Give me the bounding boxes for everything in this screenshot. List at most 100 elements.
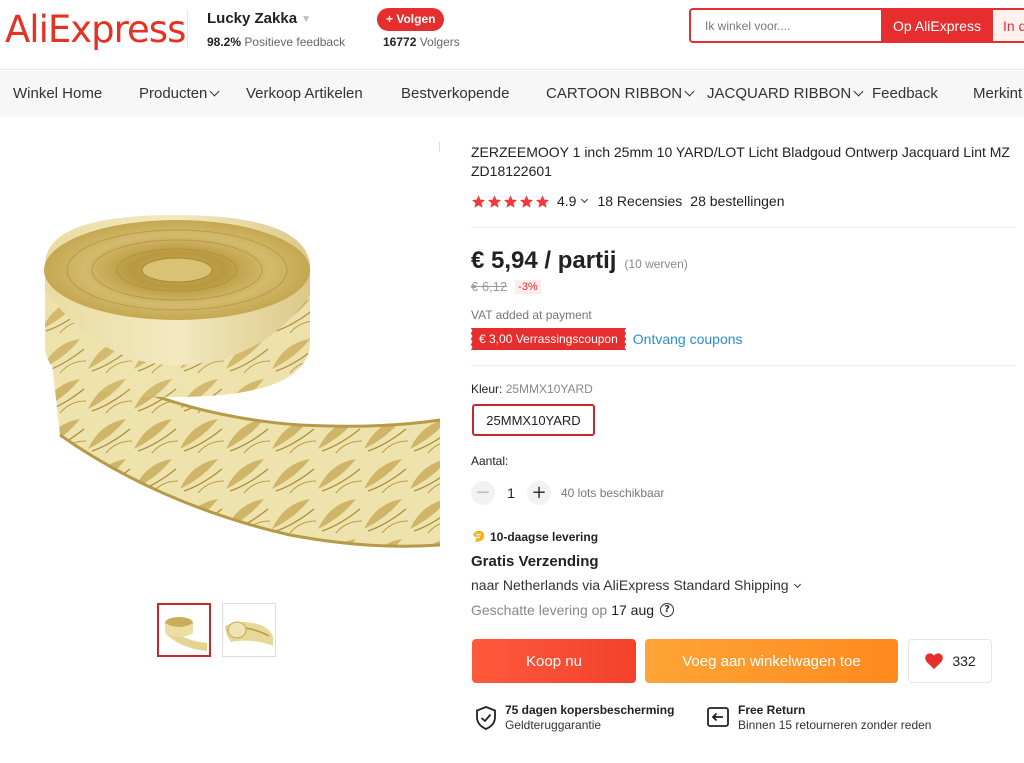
nav-item-producten[interactable]: Producten (139, 85, 220, 102)
nav-item-winkel-home[interactable]: Winkel Home (13, 85, 102, 102)
thumbnail-image (223, 604, 275, 656)
rating-row: 4.9 18 Recensies 28 bestellingen (471, 192, 784, 210)
color-label-text: Kleur: (471, 382, 503, 396)
variant-option-25mmx10yard[interactable]: 25MMX10YARD (472, 404, 595, 436)
get-coupons-link[interactable]: Ontvang coupons (633, 331, 743, 347)
feedback-percent: 98.2% (207, 35, 242, 49)
buyer-protection: 75 dagen kopersbescherming Geldteruggara… (475, 703, 674, 733)
nav-item-verkoop-artikelen[interactable]: Verkoop Artikelen (246, 85, 363, 102)
chevron-down-icon[interactable] (581, 195, 589, 204)
nav-item-label: Merkint (973, 85, 1023, 102)
product-price: € 5,94 / partij (471, 247, 617, 274)
nav-item-label: CARTOON RIBBON (546, 85, 683, 102)
star-icon (471, 194, 486, 208)
nav-item-cartoon-ribbon[interactable]: CARTOON RIBBON (546, 85, 695, 102)
product-title: ZERZEEMOOY 1 inch 25mm 10 YARD/LOT Licht… (471, 144, 1010, 179)
quantity-available: 40 lots beschikbaar (561, 486, 665, 500)
delivery-badge-label: 10-daagse levering (490, 529, 599, 544)
store-header: AliExpress Lucky Zakka ▼ 98.2% Positieve … (0, 0, 1024, 70)
thumbnail-1[interactable] (157, 603, 211, 657)
store-name[interactable]: Lucky Zakka ▼ (207, 10, 311, 27)
quantity-decrease-button[interactable]: − (471, 481, 495, 505)
divider (471, 227, 1016, 228)
nav-item-bestverkopende[interactable]: Bestverkopende (401, 85, 509, 102)
reviews-count[interactable]: 18 Recensies (597, 193, 682, 209)
heart-icon (925, 653, 944, 670)
star-icon (519, 194, 534, 208)
coupon-row: € 3,00 Verrassingscoupon Ontvang coupons (470, 328, 743, 350)
nav-item-label: Producten (139, 85, 208, 102)
store-name-label: Lucky Zakka (207, 10, 298, 27)
star-icon (503, 194, 518, 208)
old-price-row: € 6,12 -3% (471, 279, 541, 294)
guarantee-subtitle: Geldteruggarantie (505, 718, 602, 732)
orders-count: 28 bestellingen (690, 193, 785, 209)
rating-value[interactable]: 4.9 (557, 193, 576, 209)
delivery-badge: 10-daagse levering (471, 529, 598, 544)
vat-note: VAT added at payment (471, 308, 592, 322)
fast-delivery-icon (472, 530, 485, 543)
thumbnail-2[interactable] (222, 603, 276, 657)
followers-label: Volgers (419, 35, 460, 49)
star-icon (535, 194, 550, 208)
gallery-border (439, 142, 440, 152)
shipping-route[interactable]: naar Netherlands via AliExpress Standard… (471, 577, 801, 593)
wishlist-count: 332 (952, 653, 976, 669)
logo-divider (187, 10, 188, 48)
wishlist-button[interactable]: 332 (908, 639, 992, 683)
discount-badge: -3% (515, 279, 541, 294)
guarantee-title: Free Return (738, 703, 806, 717)
aliexpress-logo[interactable]: AliExpress (5, 8, 186, 51)
estimated-delivery: Geschatte levering op 17 aug ? (471, 602, 675, 618)
search-input[interactable] (691, 10, 881, 41)
nav-item-jacquard-ribbon[interactable]: JACQUARD RIBBON (707, 85, 864, 102)
return-icon (707, 707, 729, 727)
search-store-button[interactable]: In d (993, 10, 1024, 41)
rating-stars (471, 194, 550, 209)
nav-item-feedback[interactable]: Feedback (872, 85, 938, 102)
divider (471, 365, 1016, 366)
star-icon (487, 194, 502, 208)
price-unit-note: (10 werven) (624, 257, 688, 271)
feedback-label: Positieve feedback (244, 35, 346, 49)
follow-button[interactable]: + Volgen (377, 8, 445, 31)
followers-count: 16772 (383, 35, 417, 49)
est-delivery-date: 17 aug (611, 602, 655, 618)
price-row: € 5,94 / partij (10 werven) (471, 247, 688, 275)
followers: 16772 Volgers (383, 35, 460, 49)
free-return: Free Return Binnen 15 retourneren zonder… (706, 703, 931, 733)
shipping-title: Gratis Verzending (471, 553, 599, 570)
coupon-tag[interactable]: € 3,00 Verrassingscoupon (470, 328, 626, 350)
caret-down-icon: ▼ (301, 13, 311, 25)
product-main-image[interactable] (40, 215, 440, 550)
original-price: € 6,12 (471, 279, 508, 294)
shield-check-icon (476, 706, 496, 730)
nav-item-label: JACQUARD RIBBON (707, 85, 852, 102)
nav-item-label: Feedback (872, 85, 938, 102)
thumbnail-image (159, 605, 209, 655)
help-icon[interactable]: ? (660, 603, 675, 617)
chevron-down-icon (209, 86, 220, 97)
guarantee-title: 75 dagen kopersbescherming (505, 703, 675, 717)
nav-item-label: Bestverkopende (401, 85, 510, 102)
chevron-down-icon (684, 86, 695, 97)
quantity-value[interactable]: 1 (495, 485, 527, 501)
store-feedback: 98.2% Positieve feedback (207, 35, 345, 49)
add-to-cart-button[interactable]: Voeg aan winkelwagen toe (645, 639, 898, 683)
chevron-down-icon (793, 580, 801, 589)
guarantee-subtitle: Binnen 15 retourneren zonder reden (738, 718, 932, 732)
nav-item-label: Winkel Home (13, 85, 103, 102)
search-bar: Op AliExpress In d (689, 8, 1024, 43)
chevron-down-icon (853, 86, 864, 97)
quantity-increase-button[interactable]: + (527, 481, 551, 505)
nav-item-label: Verkoop Artikelen (246, 85, 363, 102)
quantity-label: Aantal: (471, 454, 509, 468)
color-selected-value: 25MMX10YARD (505, 382, 593, 396)
quantity-stepper: − 1 + 40 lots beschikbaar (471, 481, 664, 505)
store-nav: Winkel Home Producten Verkoop Artikelen … (0, 71, 1024, 117)
color-label: Kleur: 25MMX10YARD (471, 382, 593, 396)
buy-now-button[interactable]: Koop nu (472, 639, 636, 683)
search-aliexpress-button[interactable]: Op AliExpress (881, 10, 993, 41)
nav-item-merkint[interactable]: Merkint (973, 85, 1022, 102)
shipping-route-label: naar Netherlands via AliExpress Standard… (471, 577, 789, 593)
